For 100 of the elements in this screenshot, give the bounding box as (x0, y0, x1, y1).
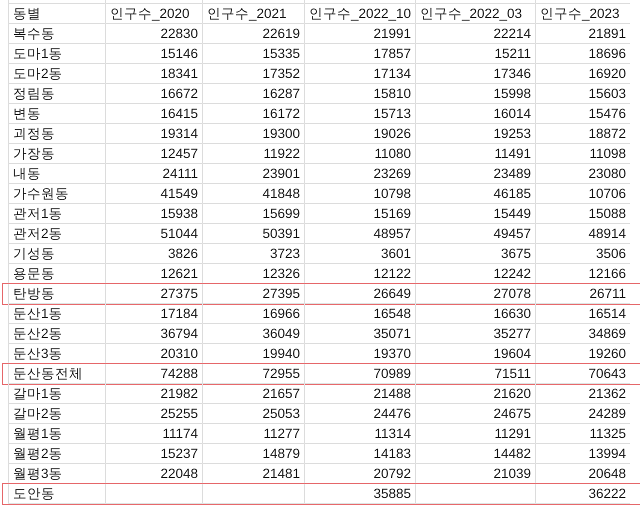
table-cell: 12621 (105, 264, 202, 284)
table-cell: 11314 (304, 424, 415, 444)
table-cell: 25255 (105, 404, 202, 424)
row-label: 월평2동 (8, 444, 105, 464)
table-cell: 27395 (202, 284, 304, 304)
table-cell: 12457 (105, 144, 202, 164)
row-label: 탄방동 (8, 284, 105, 304)
table-cell: 16014 (415, 104, 535, 124)
table-cell: 20648 (535, 464, 630, 484)
table-cell: 41549 (105, 184, 202, 204)
table-cell: 27375 (105, 284, 202, 304)
table-cell: 18341 (105, 64, 202, 84)
table-cell: 24675 (415, 404, 535, 424)
table-cell: 21657 (202, 384, 304, 404)
table-cell: 16966 (202, 304, 304, 324)
table-cell: 15449 (415, 204, 535, 224)
table-cell: 15169 (304, 204, 415, 224)
table-cell: 3601 (304, 244, 415, 264)
table-cell: 15699 (202, 204, 304, 224)
table-cell: 35885 (304, 484, 415, 504)
table-cell: 23489 (415, 164, 535, 184)
table-cell: 10798 (304, 184, 415, 204)
row-label: 갈마1동 (8, 384, 105, 404)
table-cell: 11325 (535, 424, 630, 444)
table-cell: 71511 (415, 364, 535, 384)
table-cell: 48957 (304, 224, 415, 244)
table-cell: 17346 (415, 64, 535, 84)
table-cell: 15476 (535, 104, 630, 124)
table-cell: 15211 (415, 44, 535, 64)
row-label: 둔산3동 (8, 344, 105, 364)
table-cell: 26649 (304, 284, 415, 304)
table-cell: 36794 (105, 324, 202, 344)
table-cell: 20310 (105, 344, 202, 364)
table-cell: 15938 (105, 204, 202, 224)
table-cell: 3723 (202, 244, 304, 264)
table-cell: 17134 (304, 64, 415, 84)
table-cell: 51044 (105, 224, 202, 244)
column-header: 인구수_2021 (202, 4, 304, 24)
table-cell: 35071 (304, 324, 415, 344)
row-label: 용문동 (8, 264, 105, 284)
table-cell: 16920 (535, 64, 630, 84)
table-cell: 18872 (535, 124, 630, 144)
table-cell: 23269 (304, 164, 415, 184)
table-cell: 15335 (202, 44, 304, 64)
table-cell: 48914 (535, 224, 630, 244)
table-cell: 16415 (105, 104, 202, 124)
column-header: 인구수_2020 (105, 4, 202, 24)
row-label: 괴정동 (8, 124, 105, 144)
row-label: 내동 (8, 164, 105, 184)
table-cell: 14879 (202, 444, 304, 464)
table-cell: 19940 (202, 344, 304, 364)
row-label: 관저1동 (8, 204, 105, 224)
table-cell: 11291 (415, 424, 535, 444)
table-cell: 24111 (105, 164, 202, 184)
table-cell: 15998 (415, 84, 535, 104)
row-label: 가장동 (8, 144, 105, 164)
table-cell: 25053 (202, 404, 304, 424)
table-cell: 24476 (304, 404, 415, 424)
row-label: 가수원동 (8, 184, 105, 204)
table-cell: 21362 (535, 384, 630, 404)
table-cell: 11922 (202, 144, 304, 164)
table-cell: 15237 (105, 444, 202, 464)
table-cell: 24289 (535, 404, 630, 424)
table-cell: 19026 (304, 124, 415, 144)
table-cell: 11098 (535, 144, 630, 164)
table-cell: 23080 (535, 164, 630, 184)
row-label: 도안동 (8, 484, 105, 504)
table-cell: 3506 (535, 244, 630, 264)
table-cell: 11491 (415, 144, 535, 164)
row-label: 둔산1동 (8, 304, 105, 324)
table-cell: 70643 (535, 364, 630, 384)
table-cell: 3675 (415, 244, 535, 264)
table-cell: 15603 (535, 84, 630, 104)
table-cell: 72955 (202, 364, 304, 384)
table-cell: 16287 (202, 84, 304, 104)
column-header: 인구수_2023 (535, 4, 630, 24)
table-cell: 27078 (415, 284, 535, 304)
table-cell: 16172 (202, 104, 304, 124)
table-cell: 15713 (304, 104, 415, 124)
table-cell: 3826 (105, 244, 202, 264)
table-cell: 20792 (304, 464, 415, 484)
table-cell: 46185 (415, 184, 535, 204)
table-cell: 12122 (304, 264, 415, 284)
table-cell: 21481 (202, 464, 304, 484)
table-cell: 17352 (202, 64, 304, 84)
column-header: 인구수_2022_10 (304, 4, 415, 24)
table-cell: 12166 (535, 264, 630, 284)
table-cell: 21620 (415, 384, 535, 404)
table-cell: 11174 (105, 424, 202, 444)
table-cell: 16548 (304, 304, 415, 324)
table-cell: 70989 (304, 364, 415, 384)
table-cell: 19253 (415, 124, 535, 144)
column-header: 인구수_2022_03 (415, 4, 535, 24)
row-label: 기성동 (8, 244, 105, 264)
row-label: 월평3동 (8, 464, 105, 484)
row-label: 둔산2동 (8, 324, 105, 344)
table-cell: 11277 (202, 424, 304, 444)
table-cell: 18696 (535, 44, 630, 64)
table-cell: 12326 (202, 264, 304, 284)
table-cell: 22214 (415, 24, 535, 44)
